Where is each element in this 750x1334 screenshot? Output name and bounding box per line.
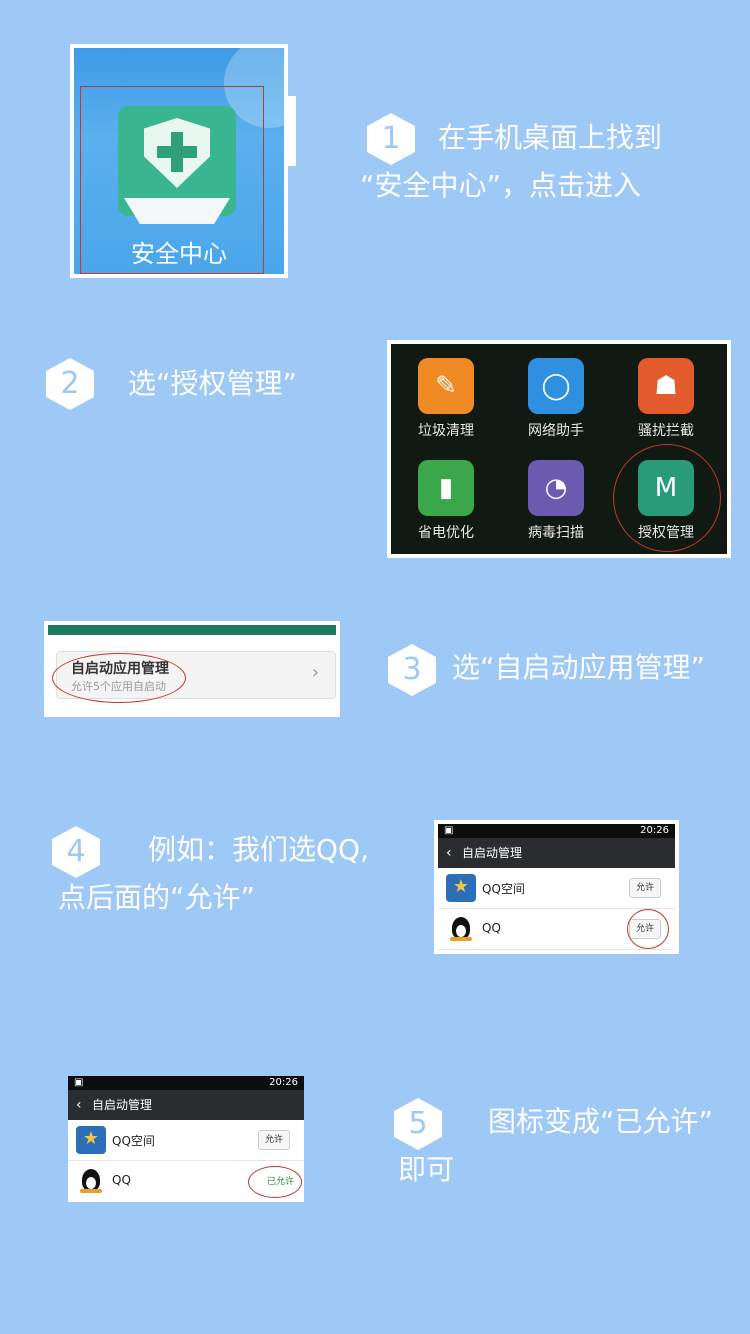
step3-text: 选“自启动应用管理” [452,651,706,684]
step3-screenshot: 自启动应用管理 允许5个应用自启动 › [44,621,340,717]
screen-title: 自启动管理 [92,1098,153,1112]
list-item-qq: QQ 允许 [438,909,675,950]
step-badge-2: 2 [46,358,94,410]
tile-label: 骚扰拦截 [638,423,694,439]
highlight-ellipse [248,1166,302,1198]
app-name: QQ空间 [482,882,525,896]
status-bar: ▣ 20:26 [68,1076,304,1090]
qzone-star-icon: ★ [76,1126,106,1154]
tile-label: 省电优化 [418,525,474,541]
step5-screenshot: ▣ 20:26 ‹ 自启动管理 ★ QQ空间 允许 QQ 已允许 [68,1076,304,1202]
green-header-bar [48,625,336,635]
status-time: 20:26 [269,1077,298,1088]
app-bar: ‹ 自启动管理 [68,1090,304,1120]
image-notification-icon: ▣ [444,825,454,836]
step-badge-3: 3 [388,644,436,696]
step4-screenshot: ▣ 20:26 ‹ 自启动管理 ★ QQ空间 允许 QQ 允许 [434,820,679,954]
tile-label: 网络助手 [528,423,584,439]
highlight-ellipse [52,653,186,703]
tile-network-assistant[interactable]: ◯ 网络助手 [501,348,611,448]
list-item-qq: QQ 已允许 [68,1161,304,1201]
step2-text: 选“授权管理” [128,367,298,400]
highlight-box [80,86,264,274]
status-bar: ▣ 20:26 [438,824,675,838]
step1-screenshot: 安全中心 [70,44,296,278]
app-name: QQ空间 [112,1134,155,1148]
tile-power-saving[interactable]: ▮ 省电优化 [391,450,501,550]
person-shield-icon: ☗ [638,358,694,414]
step5-text-line2: 即可 [398,1153,455,1186]
tile-virus-scan[interactable]: ◔ 病毒扫描 [501,450,611,550]
battery-icon: ▮ [418,460,474,516]
edge-panel [284,96,296,166]
step-badge-5: 5 [394,1098,442,1150]
step5-text-line1: 图标变成“已允许” [488,1105,714,1138]
step-badge-1: 1 [367,113,415,165]
screen-title: 自启动管理 [462,846,523,860]
highlight-circle [613,444,721,552]
step-badge-4: 4 [52,826,100,878]
tile-harassment-block[interactable]: ☗ 骚扰拦截 [611,348,721,448]
qzone-star-icon: ★ [446,874,476,902]
step4-text-line1: 例如：我们选QQ, [148,833,369,866]
desktop-background: 安全中心 [74,48,284,274]
app-name: QQ [482,921,501,935]
app-bar: ‹ 自启动管理 [438,838,675,868]
highlight-circle [627,909,669,949]
step1-text-line1: 在手机桌面上找到 [438,121,663,154]
step2-screenshot: ✎ 垃圾清理 ◯ 网络助手 ☗ 骚扰拦截 ▮ 省电优化 ◔ 病毒扫描 M 授权管… [387,340,731,558]
scan-icon: ◔ [528,460,584,516]
network-ring-icon: ◯ [528,358,584,414]
status-time: 20:26 [640,825,669,836]
tile-label: 垃圾清理 [418,423,474,439]
tile-label: 病毒扫描 [528,525,584,541]
list-item-qzone: ★ QQ空间 允许 [68,1120,304,1161]
allow-button[interactable]: 允许 [629,878,661,898]
qq-penguin-icon [446,915,476,943]
allow-button[interactable]: 允许 [258,1130,290,1150]
step4-text-line2: 点后面的“允许” [58,881,256,914]
security-menu-grid: ✎ 垃圾清理 ◯ 网络助手 ☗ 骚扰拦截 ▮ 省电优化 ◔ 病毒扫描 M 授权管… [391,344,727,554]
chevron-right-icon: › [311,662,319,683]
broom-icon: ✎ [418,358,474,414]
back-arrow-icon[interactable]: ‹ [446,838,452,868]
image-notification-icon: ▣ [74,1077,84,1088]
tile-junk-clean[interactable]: ✎ 垃圾清理 [391,348,501,448]
step1-text-line2: “安全中心”，点击进入 [360,169,642,202]
phone-screen: ▣ 20:26 ‹ 自启动管理 ★ QQ空间 允许 QQ 允许 [438,824,675,950]
list-item-qzone: ★ QQ空间 允许 [438,868,675,909]
app-name: QQ [112,1173,131,1187]
qq-penguin-icon [76,1167,106,1195]
back-arrow-icon[interactable]: ‹ [76,1090,82,1120]
